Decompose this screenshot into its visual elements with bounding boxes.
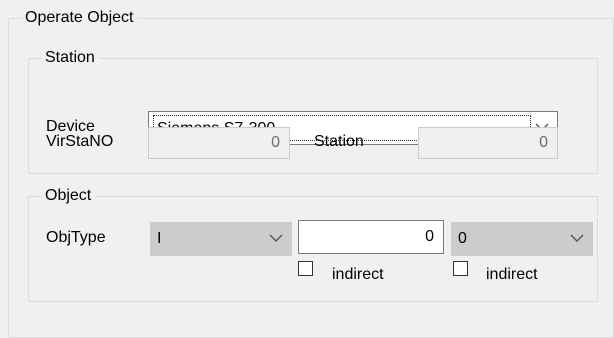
virstano-input[interactable]: 0: [148, 127, 290, 159]
indirect-checkbox-2[interactable]: [453, 261, 468, 276]
bit-select[interactable]: 0: [451, 222, 593, 256]
station-label: Station: [314, 133, 364, 150]
bit-select-value: 0: [458, 230, 467, 247]
indirect-checkbox-1[interactable]: [298, 261, 313, 276]
object-group-title: Object: [42, 186, 96, 206]
objtype-label: ObjType: [46, 229, 106, 246]
station-input[interactable]: 0: [418, 127, 558, 159]
station-group-title: Station: [42, 48, 99, 68]
address-input[interactable]: 0: [298, 220, 444, 254]
objtype-select[interactable]: I: [150, 222, 292, 256]
chevron-down-icon: [570, 234, 584, 242]
operate-object-title: Operate Object: [22, 8, 138, 28]
objtype-select-value: I: [157, 230, 162, 247]
indirect-label-1: indirect: [332, 266, 384, 283]
virstano-label: VirStaNO: [46, 133, 114, 150]
indirect-label-2: indirect: [486, 266, 538, 283]
chevron-down-icon: [269, 234, 283, 242]
